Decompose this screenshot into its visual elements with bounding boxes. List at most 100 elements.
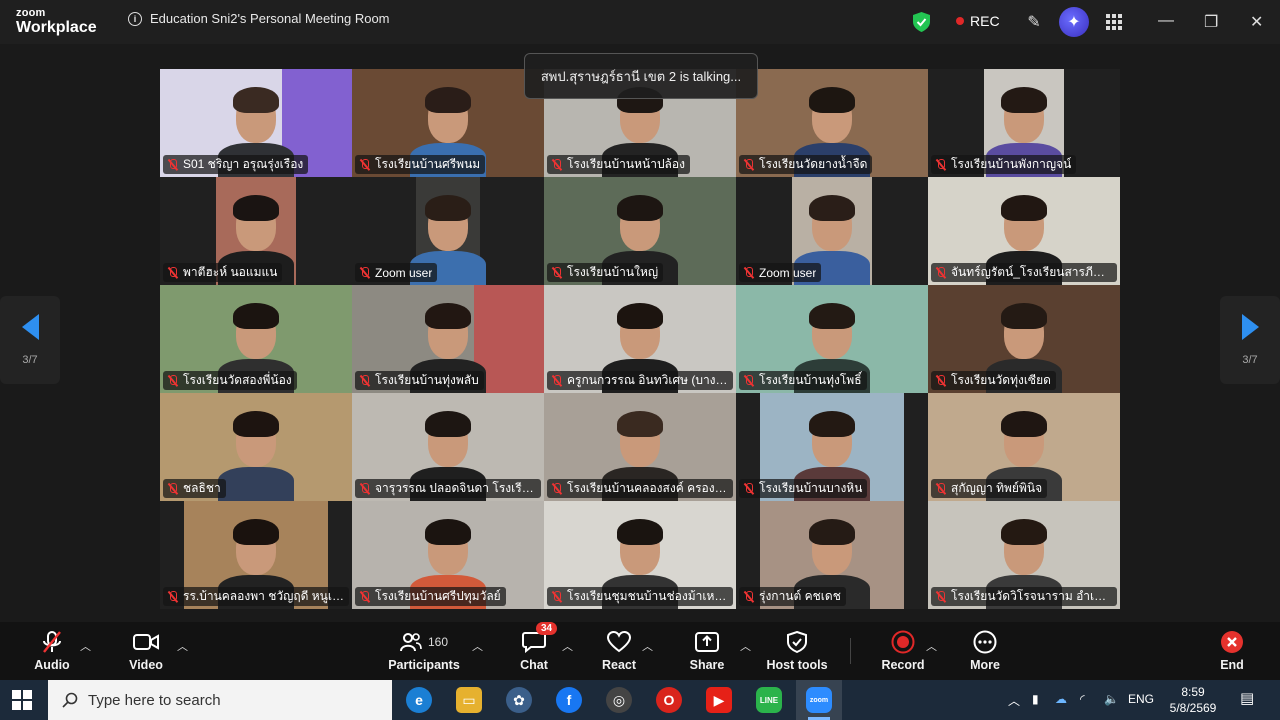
close-icon[interactable]: ✕ — [1250, 12, 1263, 32]
meeting-title: Education Sni2's Personal Meeting Room — [150, 11, 390, 26]
video-options-chevron-icon[interactable]: ︿ — [177, 638, 188, 654]
chat-options-chevron-icon[interactable]: ︿ — [562, 638, 573, 654]
participant-tile[interactable]: โรงเรียนบ้านพังกาญจน์ — [928, 69, 1120, 177]
participant-tile[interactable]: จารุวรรณ ปลอดจินดา โรงเรียนบ้า... — [352, 393, 544, 501]
minimize-icon[interactable]: — — [1158, 12, 1174, 30]
next-page-button[interactable]: 3/7 — [1220, 296, 1280, 384]
participant-tile[interactable]: โรงเรียนวัดยางน้ำจืด — [736, 69, 928, 177]
participant-tile[interactable]: พาตีฮะห์ นอแมแน — [160, 177, 352, 285]
react-options-chevron-icon[interactable]: ︿ — [642, 638, 653, 654]
participant-name-tag: รุ่งกานต์ คชเดช — [739, 587, 846, 606]
participant-name: รุ่งกานต์ คชเดช — [759, 589, 841, 603]
participant-tile[interactable]: ชลธิชา — [160, 393, 352, 501]
person-hair — [233, 87, 279, 113]
view-grid-icon[interactable] — [1102, 10, 1126, 34]
app-icon[interactable]: ✿ — [506, 687, 532, 713]
person-hair — [617, 303, 663, 329]
previous-page-button[interactable]: 3/7 — [0, 296, 60, 384]
mic-muted-icon — [359, 482, 370, 495]
participant-tile[interactable]: โรงเรียนบ้านคลองสงค์ ครองศชนิดา — [544, 393, 736, 501]
ai-companion-icon[interactable]: ✦ — [1059, 7, 1089, 37]
wifi-icon[interactable]: ◜ — [1080, 692, 1085, 706]
tray-usb-icon[interactable]: ▮ — [1032, 692, 1039, 706]
notifications-icon[interactable]: ▤ — [1240, 689, 1254, 707]
taskbar-search-box[interactable]: Type here to search — [48, 680, 392, 720]
react-button[interactable]: React — [598, 622, 640, 680]
chrome-icon[interactable]: ◎ — [606, 687, 632, 713]
facebook-icon[interactable]: f — [556, 687, 582, 713]
participant-tile[interactable]: Zoom user — [352, 177, 544, 285]
tray-chevron-icon[interactable]: ︿ — [1008, 692, 1020, 709]
participant-tile[interactable]: โรงเรียนบ้านศรีปทุมวัลย์ — [352, 501, 544, 609]
participant-name-tag: โรงเรียนวัดสองพี่น้อง — [163, 371, 297, 390]
recording-indicator[interactable]: REC — [956, 13, 1000, 29]
windows-start-icon[interactable] — [12, 690, 32, 710]
restore-icon[interactable]: ❐ — [1204, 12, 1218, 32]
youtube-icon[interactable]: ▶ — [706, 687, 732, 713]
participant-name: โรงเรียนบ้านทุ่งพลับ — [375, 373, 479, 387]
edge-browser-icon[interactable]: e — [406, 687, 432, 713]
participant-tile[interactable]: สุกัญญา ทิพย์พินิจ — [928, 393, 1120, 501]
info-icon: i — [128, 11, 142, 26]
participants-options-chevron-icon[interactable]: ︿ — [472, 638, 483, 654]
audio-options-chevron-icon[interactable]: ︿ — [80, 638, 91, 654]
chat-icon: 34 — [522, 622, 558, 654]
participant-tile[interactable]: โรงเรียนบ้านบางหิน — [736, 393, 928, 501]
participant-name-tag: โรงเรียนวัดยางน้ำจืด — [739, 155, 873, 174]
audio-button[interactable]: Audio — [30, 622, 74, 680]
participant-tile[interactable]: โรงเรียนชุมชนบ้านช่องม้าเหลียว — [544, 501, 736, 609]
video-button[interactable]: Video — [124, 622, 168, 680]
participant-name-tag: โรงเรียนบ้านคลองสงค์ ครองศชนิดา — [547, 479, 733, 498]
security-shield-icon[interactable] — [913, 12, 930, 32]
participant-tile[interactable]: โรงเรียนบ้านทุ่งพลับ — [352, 285, 544, 393]
participant-name: โรงเรียนบ้านใหญ่ — [567, 265, 659, 279]
host-tools-button[interactable]: Host tools — [764, 622, 830, 680]
record-options-chevron-icon[interactable]: ︿ — [926, 638, 937, 654]
record-button[interactable]: Record — [880, 622, 926, 680]
zoom-app-icon[interactable]: zoom — [806, 687, 832, 713]
participant-name: Zoom user — [375, 265, 433, 280]
participant-name: โรงเรียนบ้านศรีพนม — [375, 157, 481, 171]
participant-name: โรงเรียนบ้านศรีปทุมวัลย์ — [375, 589, 501, 603]
annotate-icon[interactable]: ✎ — [1022, 10, 1046, 34]
opera-icon[interactable]: O — [656, 687, 682, 713]
meeting-info-button[interactable]: i Education Sni2's Personal Meeting Room — [128, 11, 390, 26]
participant-tile[interactable]: S01 ชริญา อรุณรุ่งเรือง — [160, 69, 352, 177]
participant-name: ครูกนกวรรณ อินทวิเศษ (บางขนุน) — [567, 373, 728, 387]
participant-tile[interactable]: โรงเรียนบ้านศรีพนม — [352, 69, 544, 177]
more-button[interactable]: More — [964, 622, 1006, 680]
taskbar-clock[interactable]: 8:59 5/8/2569 — [1162, 684, 1224, 716]
participant-tile[interactable]: รุ่งกานต์ คชเดช — [736, 501, 928, 609]
mic-muted-icon — [935, 266, 946, 279]
participants-button[interactable]: 160 Participants — [388, 622, 460, 680]
participant-tile[interactable]: จันทร์ญรัตน์_โรงเรียนสารภีอุทิศ — [928, 177, 1120, 285]
page-indicator-right: 3/7 — [1242, 354, 1258, 366]
language-indicator[interactable]: ENG — [1128, 692, 1154, 706]
onedrive-icon[interactable]: ☁ — [1055, 692, 1067, 706]
share-options-chevron-icon[interactable]: ︿ — [740, 638, 751, 654]
line-app-icon[interactable]: LINE — [756, 687, 782, 713]
file-explorer-icon[interactable]: ▭ — [456, 687, 482, 713]
mic-muted-icon — [167, 482, 178, 495]
participant-tile[interactable]: โรงเรียนบ้านใหญ่ — [544, 177, 736, 285]
arrow-right-icon — [1241, 314, 1259, 340]
participant-name-tag: โรงเรียนบ้านทุ่งโพธิ์ — [739, 371, 867, 390]
end-meeting-button[interactable]: End — [1214, 622, 1250, 680]
participant-tile[interactable]: โรงเรียนวัดทุ่งเซียด — [928, 285, 1120, 393]
react-label: React — [601, 658, 637, 672]
chat-button[interactable]: 34 Chat — [514, 622, 558, 680]
volume-icon[interactable]: 🔈 — [1104, 692, 1119, 706]
mic-muted-icon — [359, 590, 370, 603]
participant-name-tag: สุกัญญา ทิพย์พินิจ — [931, 479, 1048, 498]
participant-tile[interactable]: ครูกนกวรรณ อินทวิเศษ (บางขนุน) — [544, 285, 736, 393]
participant-tile[interactable]: โรงเรียนบ้านทุ่งโพธิ์ — [736, 285, 928, 393]
person-hair — [1001, 411, 1047, 437]
record-label: Record — [881, 658, 925, 672]
participant-name: จันทร์ญรัตน์_โรงเรียนสารภีอุทิศ — [951, 265, 1112, 279]
participant-tile[interactable]: Zoom user — [736, 177, 928, 285]
participant-tile[interactable]: โรงเรียนวัดสองพี่น้อง — [160, 285, 352, 393]
participant-tile[interactable]: โรงเรียนวัดวิโรจนาราม อำเภอไชยา — [928, 501, 1120, 609]
participant-tile[interactable]: รร.บ้านคลองพา ชวัญฤดี หนูเอียด — [160, 501, 352, 609]
share-button[interactable]: Share — [686, 622, 728, 680]
record-dot-icon — [956, 17, 964, 25]
